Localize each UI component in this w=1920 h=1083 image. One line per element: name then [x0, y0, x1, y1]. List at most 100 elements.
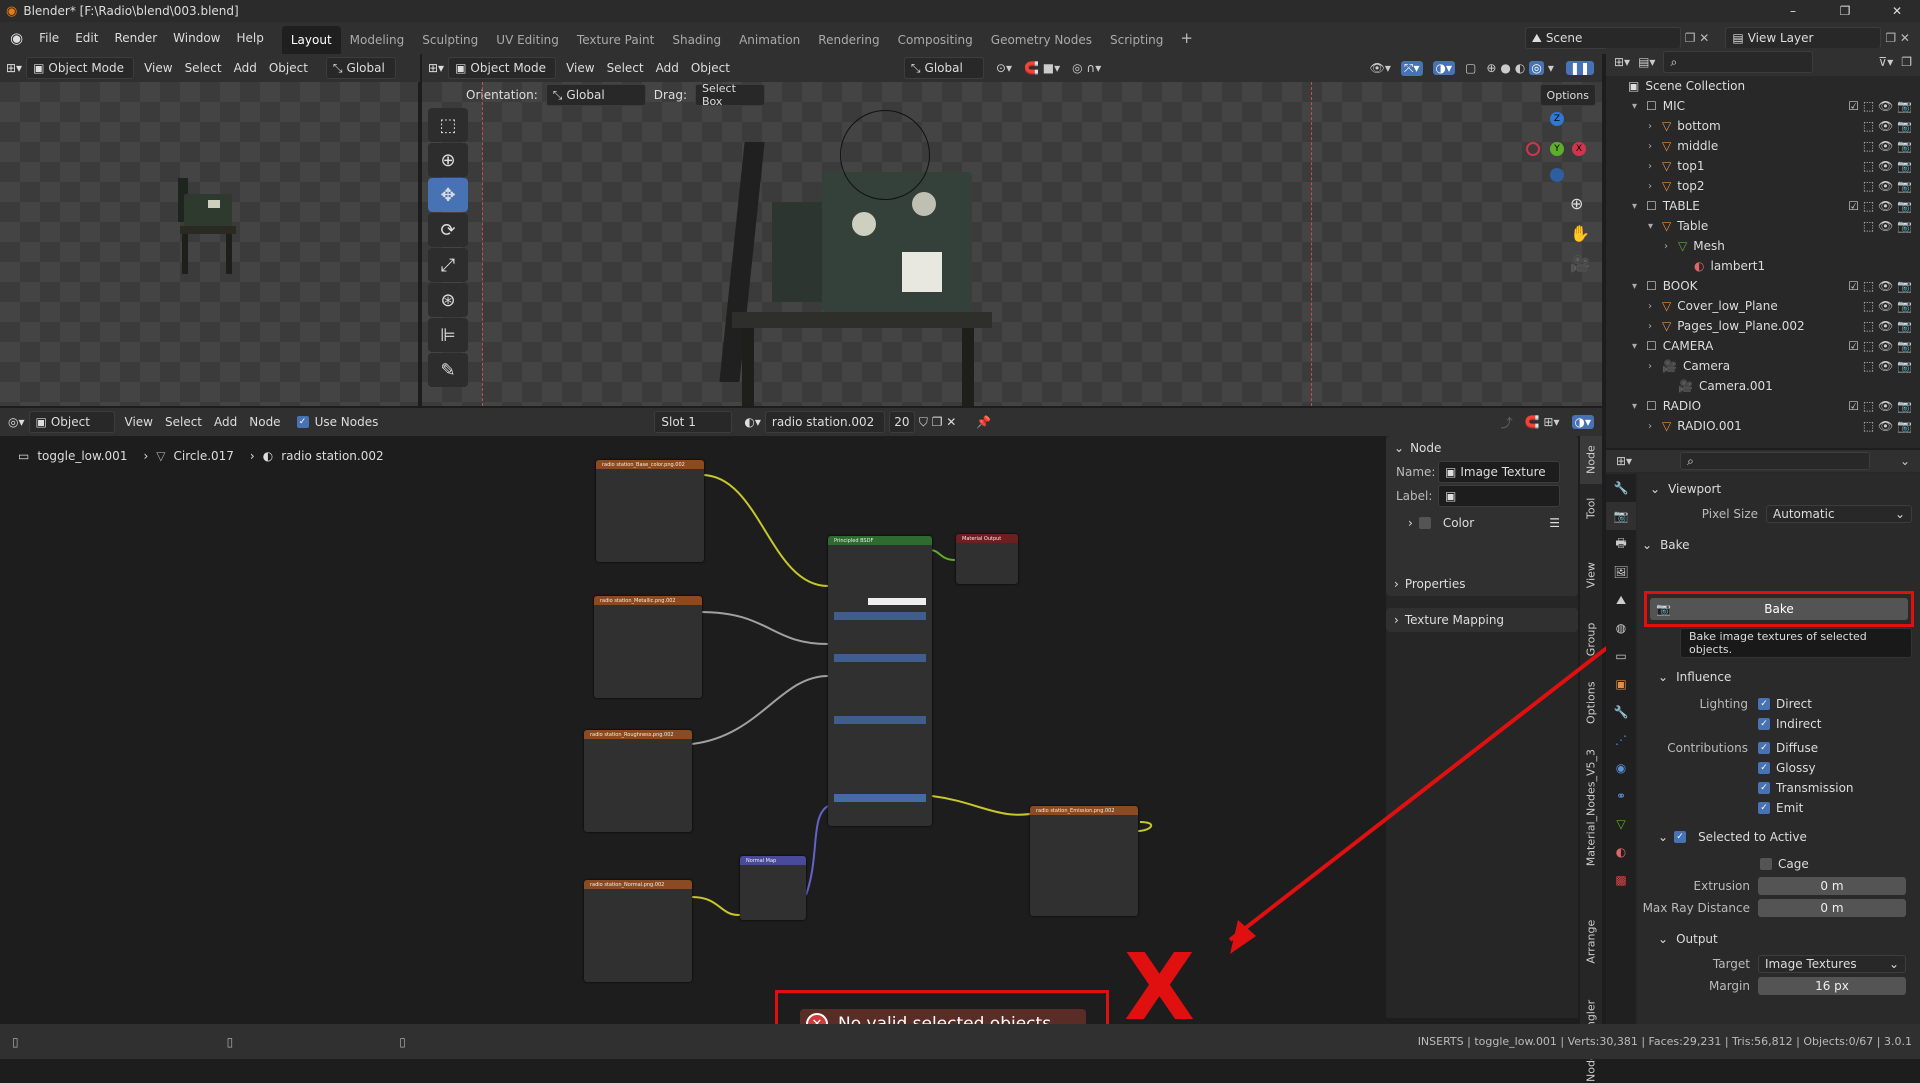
view-layer-selector[interactable]: ▤ View Layer [1725, 27, 1882, 49]
tab-uv-editing[interactable]: UV Editing [487, 26, 568, 54]
tab-animation[interactable]: Animation [730, 26, 809, 54]
filter-icon[interactable]: ⊽▾ [1878, 55, 1893, 69]
node-section-header[interactable]: ⌄ Node [1386, 436, 1578, 460]
menu-select[interactable]: Select [159, 411, 208, 433]
node-label-field[interactable]: ▣ [1438, 485, 1560, 507]
menu-help[interactable]: Help [229, 22, 272, 54]
shading-rendered-icon[interactable]: ◎ [1529, 61, 1544, 75]
node-principled-bsdf[interactable]: Principled BSDF [828, 536, 932, 826]
xray-icon[interactable]: ▢ [1465, 61, 1476, 75]
physics-tab-icon[interactable]: ◉ [1606, 754, 1636, 782]
outliner-item[interactable]: ▾ ☐ MIC ☑ ⬚ 👁 📷 [1606, 96, 1920, 116]
tool-tab-icon[interactable]: 🔧 [1606, 474, 1636, 502]
material-tab-icon[interactable]: ◐ [1606, 838, 1636, 866]
outliner-item[interactable]: ▾ ☐ CAMERA ☑ ⬚ 👁 📷 [1606, 336, 1920, 356]
selected-to-active-panel[interactable]: ⌄ ✓ Selected to Active [1638, 826, 1920, 848]
left-viewport[interactable] [0, 82, 418, 406]
parent-node-icon[interactable]: ⤴ [1501, 414, 1513, 431]
outliner-item[interactable]: ▾ ☐ BOOK ☑ ⬚ 👁 📷 [1606, 276, 1920, 296]
transmission-checkbox[interactable]: ✓ [1758, 782, 1770, 794]
visibility-controls[interactable]: ☑ ⬚ 👁 📷 [1848, 339, 1912, 353]
indirect-checkbox[interactable]: ✓ [1758, 718, 1770, 730]
node-image-texture-roughness[interactable]: radio station_Roughness.png.002 [584, 730, 692, 832]
move-tool[interactable]: ✥ [428, 178, 468, 212]
outliner-item[interactable]: › ▽ middle ⬚ 👁 📷 [1606, 136, 1920, 156]
gizmo-z[interactable]: Z [1550, 112, 1564, 126]
chevron-icon[interactable]: › [1648, 361, 1662, 372]
world-tab-icon[interactable]: ◍ [1606, 614, 1636, 642]
diffuse-checkbox[interactable]: ✓ [1758, 742, 1770, 754]
chevron-icon[interactable]: › [1664, 241, 1678, 252]
visibility-controls[interactable]: ☑ ⬚ 👁 📷 [1848, 99, 1912, 113]
close-button[interactable]: ✕ [1874, 0, 1920, 22]
transform-tool[interactable]: ⊛ [428, 283, 468, 317]
visibility-controls[interactable]: ⬚ 👁 📷 [1863, 179, 1912, 193]
view-layer-tab-icon[interactable]: 🖼 [1606, 558, 1636, 586]
editor-type-icon[interactable]: ⊞▾ [6, 61, 22, 75]
selected-to-active-checkbox[interactable]: ✓ [1674, 831, 1687, 843]
rotate-tool[interactable]: ⟳ [428, 213, 468, 247]
color-subpanel[interactable]: › Color ☰ [1386, 508, 1578, 538]
node-image-texture-normal[interactable]: radio station_Normal.png.002 [584, 880, 692, 982]
chevron-icon[interactable]: ▾ [1632, 401, 1646, 412]
menu-select[interactable]: Select [601, 57, 650, 79]
glossy-checkbox[interactable]: ✓ [1758, 762, 1770, 774]
chevron-icon[interactable]: › [1648, 421, 1662, 432]
outliner-type-icon[interactable]: ⊞▾ [1614, 55, 1630, 69]
annotate-tool[interactable]: ✎ [428, 353, 468, 387]
chevron-icon[interactable]: ▾ [1648, 221, 1662, 232]
outliner-item[interactable]: ▾ ☐ TABLE ☑ ⬚ 👁 📷 [1606, 196, 1920, 216]
collection-tab-icon[interactable]: ▭ [1606, 642, 1636, 670]
orientation-selector[interactable]: ⤡ Global [325, 57, 396, 79]
tab-compositing[interactable]: Compositing [889, 26, 982, 54]
zoom-icon[interactable]: ⊕ [1570, 194, 1583, 213]
margin-field[interactable]: 16 px [1758, 977, 1906, 995]
target-dropdown[interactable]: Image Textures ⌄ [1758, 955, 1906, 973]
extrusion-field[interactable]: 0 m [1758, 877, 1906, 895]
outliner-item[interactable]: ◐ lambert1 [1606, 256, 1920, 276]
gizmo-y[interactable]: Y [1550, 142, 1564, 156]
use-nodes-checkbox[interactable]: ✓ [296, 416, 309, 428]
cursor-tool[interactable]: ⊕ [428, 143, 468, 177]
visibility-controls[interactable]: ⬚ 👁 📷 [1863, 159, 1912, 173]
menu-render[interactable]: Render [106, 22, 165, 54]
shading-material-icon[interactable]: ◐ [1515, 61, 1525, 75]
chevron-icon[interactable]: ▾ [1632, 281, 1646, 292]
editor-type-icon[interactable]: ◎▾ [8, 415, 25, 429]
output-panel-header[interactable]: ⌄ Output [1638, 928, 1920, 950]
blender-menu-icon[interactable]: ◉ [0, 29, 31, 47]
tab-modeling[interactable]: Modeling [341, 26, 414, 54]
direct-checkbox[interactable]: ✓ [1758, 698, 1770, 710]
menu-add[interactable]: Add [650, 57, 685, 79]
chevron-icon[interactable]: › [1648, 181, 1662, 192]
tab-texture-paint[interactable]: Texture Paint [568, 26, 663, 54]
node-image-texture-base[interactable]: radio station_Base_color.png.002 [596, 460, 704, 562]
menu-edit[interactable]: Edit [67, 22, 106, 54]
modifier-tab-icon[interactable]: 🔧 [1606, 698, 1636, 726]
node-image-texture-emission[interactable]: radio station_Emission.png.002 [1030, 806, 1138, 916]
outliner-item[interactable]: › ▽ bottom ⬚ 👁 📷 [1606, 116, 1920, 136]
particles-tab-icon[interactable]: ⋰ [1606, 726, 1636, 754]
max-ray-distance-field[interactable]: 0 m [1758, 899, 1906, 917]
gizmo-x[interactable]: X [1572, 142, 1586, 156]
outliner-search[interactable]: ⌕ [1663, 51, 1814, 73]
visibility-icon[interactable]: 👁▾ [1370, 61, 1391, 75]
properties-type-icon[interactable]: ⊞▾ [1616, 454, 1632, 468]
chevron-icon[interactable]: ▾ [1632, 201, 1646, 212]
menu-file[interactable]: File [31, 22, 67, 54]
outliner-item[interactable]: › ▽ top2 ⬚ 👁 📷 [1606, 176, 1920, 196]
options-dropdown[interactable]: Options [1539, 84, 1596, 106]
scene-tab-icon[interactable]: ⛰ [1606, 586, 1636, 614]
overlay-icon[interactable]: ◑▾ [1432, 61, 1455, 75]
visibility-controls[interactable]: ☑ ⬚ 👁 📷 [1848, 399, 1912, 413]
visibility-controls[interactable]: ⬚ 👁 📷 [1863, 299, 1912, 313]
camera-view-icon[interactable]: 🎥 [1570, 254, 1590, 273]
scale-tool[interactable]: ⤢ [428, 248, 468, 282]
chevron-icon[interactable]: › [1648, 141, 1662, 152]
proportional-edit-icon[interactable]: ◎ ∩▾ [1072, 61, 1101, 75]
pin-icon[interactable]: 📌 [976, 415, 991, 429]
pivot-icon[interactable]: ⊙▾ [996, 61, 1012, 75]
pixel-size-dropdown[interactable]: Automatic ⌄ [1766, 505, 1912, 523]
influence-panel-header[interactable]: ⌄ Influence [1638, 666, 1920, 688]
viewport-panel-header[interactable]: ⌄ Viewport [1638, 478, 1920, 500]
